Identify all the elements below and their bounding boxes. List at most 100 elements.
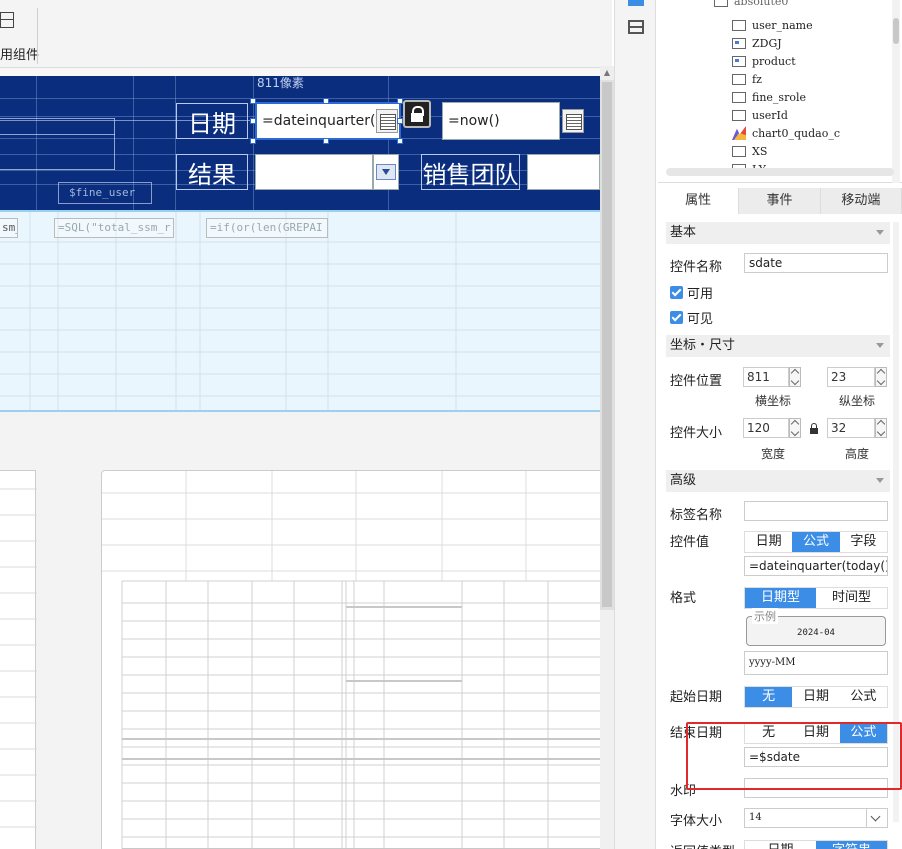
enabled-checkbox[interactable]: 可用 <box>670 283 713 302</box>
width-caption: 宽度 <box>760 447 785 461</box>
return-date[interactable]: 日期 <box>745 841 816 849</box>
result-dropdown-icon[interactable] <box>376 164 396 180</box>
y-caption: 纵坐标 <box>838 394 875 408</box>
widget-panel-icon[interactable] <box>628 0 644 6</box>
field-icon <box>732 145 746 157</box>
collapse-icon <box>876 343 884 348</box>
x-stepper[interactable] <box>789 367 801 387</box>
widget-value-label: 控件值 <box>670 535 710 550</box>
layout-panel-icon[interactable] <box>628 20 644 34</box>
format-pattern-input[interactable]: yyyy-MM <box>744 651 888 675</box>
start-date-label: 起始日期 <box>670 690 723 705</box>
team-param-label[interactable]: 销售团队 <box>421 154 520 190</box>
result-param-label[interactable]: 结果 <box>176 154 248 190</box>
tag-name-input[interactable] <box>744 501 888 521</box>
start-date[interactable]: 日期 <box>792 687 839 707</box>
x-input[interactable]: 811 <box>743 367 789 387</box>
field-icon <box>732 109 746 121</box>
return-type-segmented: 日期 字符串 <box>744 840 888 849</box>
y-input[interactable]: 23 <box>827 367 875 387</box>
start-date-segmented: 无 日期 公式 <box>744 686 888 708</box>
tree-item[interactable]: product <box>732 52 796 70</box>
format-example-value: 2024-04 <box>797 628 835 638</box>
tree-item[interactable]: ZDGJ <box>732 34 782 52</box>
tree-item[interactable]: absolute0 <box>714 0 788 10</box>
parameter-pane: 日期 =dateinquarter(to =now() 结果 销售团队 $fin… <box>0 76 600 210</box>
result-param-input[interactable] <box>255 154 373 190</box>
collapse-icon <box>876 478 884 483</box>
user-param-ghost[interactable]: $fine_user <box>58 182 152 204</box>
end-date-calendar-icon[interactable] <box>562 109 584 133</box>
tree-item[interactable]: fine_srole <box>732 88 806 106</box>
format-type-segmented: 日期型 时间型 <box>744 587 888 609</box>
height-stepper[interactable] <box>875 418 887 438</box>
tab-properties[interactable]: 属性 <box>658 188 740 214</box>
aspect-lock-icon[interactable] <box>809 423 819 435</box>
report-table-left <box>0 470 37 849</box>
canvas-scrollbar-track[interactable] <box>600 610 614 849</box>
chevron-down-icon[interactable] <box>866 808 886 828</box>
tree-item[interactable]: user_name <box>732 16 813 34</box>
tree-item[interactable]: userId <box>732 106 788 124</box>
highlight-annotation <box>686 722 902 790</box>
component-icon[interactable] <box>0 12 14 28</box>
report-body: sm_ =SQL("total_ssm_r =if(or(len(GREPAI <box>0 210 600 412</box>
grid-icon <box>732 55 746 67</box>
section-geometry[interactable]: 坐标・尺寸 <box>666 335 890 357</box>
component-label[interactable]: 用组件 <box>0 44 39 63</box>
property-tabs: 属性 事件 移动端 <box>658 188 902 214</box>
lock-icon[interactable] <box>403 100 431 128</box>
tag-name-label: 标签名称 <box>670 508 723 523</box>
font-size-label: 字体大小 <box>670 814 723 829</box>
tab-mobile[interactable]: 移动端 <box>821 188 902 214</box>
format-date[interactable]: 日期型 <box>745 588 816 608</box>
end-date-input[interactable]: =now() <box>442 102 560 140</box>
value-type-field[interactable]: 字段 <box>840 532 887 552</box>
canvas-scrollbar-thumb[interactable] <box>602 82 612 607</box>
report-cell[interactable]: =if(or(len(GREPAI <box>206 218 328 238</box>
format-label: 格式 <box>670 591 697 606</box>
selection-width-label: 811像素 <box>257 76 304 90</box>
value-type-formula[interactable]: 公式 <box>792 532 840 552</box>
table-icon <box>714 0 728 7</box>
x-caption: 横坐标 <box>754 394 791 408</box>
field-icon <box>732 91 746 103</box>
return-string[interactable]: 字符串 <box>816 841 887 849</box>
panel-icon-rail <box>614 0 656 849</box>
value-formula-input[interactable]: =dateinquarter(today(),1) <box>744 556 888 576</box>
format-example-legend: 示例 <box>752 608 778 624</box>
team-param-input[interactable] <box>527 154 600 190</box>
tree-item[interactable]: fz <box>732 70 762 88</box>
chart-icon <box>732 126 746 140</box>
visible-checkbox[interactable]: 可见 <box>670 308 713 327</box>
check-icon <box>670 286 683 299</box>
return-type-label: 返回值类型 <box>670 841 735 849</box>
date-param-label[interactable]: 日期 <box>176 103 248 139</box>
date-calendar-icon[interactable] <box>376 109 398 133</box>
widget-name-input[interactable]: sdate <box>744 253 888 273</box>
width-stepper[interactable] <box>789 418 801 438</box>
report-canvas-lower <box>0 412 600 849</box>
width-input[interactable]: 120 <box>743 418 789 438</box>
designer-toolbar <box>0 0 612 68</box>
tree-item[interactable]: XS <box>732 142 767 160</box>
format-time[interactable]: 时间型 <box>816 588 887 608</box>
y-stepper[interactable] <box>875 367 887 387</box>
toolbar-divider <box>37 8 38 64</box>
report-cell[interactable]: sm_ <box>0 218 18 238</box>
report-cell[interactable]: =SQL("total_ssm_r <box>54 218 174 238</box>
start-none[interactable]: 无 <box>745 687 793 707</box>
tree-horizontal-scrollbar[interactable] <box>666 168 894 176</box>
tree-item[interactable]: chart0_qudao_c <box>732 124 840 142</box>
scroll-up-button[interactable]: ▲ <box>600 66 614 80</box>
grid-icon <box>732 37 746 49</box>
value-type-date[interactable]: 日期 <box>745 532 792 552</box>
height-input[interactable]: 32 <box>827 418 875 438</box>
report-table-main <box>101 470 600 849</box>
section-basic[interactable]: 基本 <box>666 222 890 244</box>
start-formula[interactable]: 公式 <box>840 687 887 707</box>
tree-scrollbar-thumb[interactable] <box>893 18 899 44</box>
field-icon <box>732 73 746 85</box>
section-advanced[interactable]: 高级 <box>666 470 890 492</box>
tab-events[interactable]: 事件 <box>739 188 821 214</box>
